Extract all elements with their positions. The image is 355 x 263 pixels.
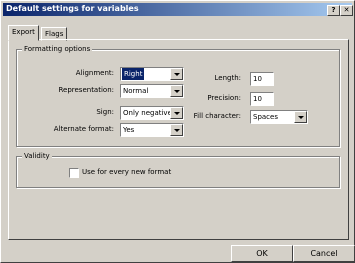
use-for-every-new-format-checkbox[interactable] [69,168,79,178]
fill-character-value: Spaces [253,113,278,121]
tab-flags-label: Flags [45,30,64,38]
representation-label: Representation: [58,86,114,94]
alternate-format-dropdown-icon[interactable] [170,124,183,136]
representation-value: Normal [123,87,149,95]
tab-export-label: Export [12,28,35,36]
fill-character-label: Fill character: [193,112,241,120]
representation-dropdown-icon[interactable] [170,85,183,97]
sign-dropdown-icon[interactable] [170,107,183,119]
precision-input[interactable]: 10 [250,92,274,106]
alignment-dropdown-icon[interactable] [170,68,183,80]
use-for-every-new-format-label[interactable]: Use for every new format [82,167,171,178]
formatting-options-label: Formatting options [22,45,93,54]
dialog-window: Default settings for variables ? ✕ Expor… [0,0,355,263]
cancel-button[interactable]: Cancel [293,245,355,262]
sign-label: Sign: [96,108,114,116]
tab-panel-export: Formatting options Alignment: Right Repr… [8,39,349,240]
alternate-format-select[interactable]: Yes [120,123,184,137]
alternate-format-value: Yes [123,126,135,134]
alternate-format-label: Alternate format: [53,125,114,133]
representation-select[interactable]: Normal [120,84,184,98]
sign-value: Only negative [123,109,172,117]
title-bar: Default settings for variables ? ✕ [3,3,353,16]
validity-label: Validity [22,152,52,161]
precision-value: 10 [253,95,262,103]
close-button[interactable]: ✕ [340,5,353,16]
fill-character-dropdown-icon[interactable] [294,111,307,123]
ok-button[interactable]: OK [231,245,293,262]
fill-character-select[interactable]: Spaces [250,110,308,124]
length-input[interactable]: 10 [250,72,274,86]
length-value: 10 [253,75,262,83]
alignment-label: Alignment: [75,69,114,77]
validity-group: Validity Use for every new format [16,152,340,188]
help-button[interactable]: ? [327,5,340,16]
precision-label: Precision: [207,94,241,102]
length-label: Length: [214,74,241,82]
window-title: Default settings for variables [6,4,139,13]
tab-export[interactable]: Export [8,25,39,41]
sign-select[interactable]: Only negative [120,106,184,120]
formatting-options-group: Formatting options Alignment: Right Repr… [16,45,340,147]
alignment-select[interactable]: Right [120,67,184,81]
alignment-value: Right [122,68,145,80]
